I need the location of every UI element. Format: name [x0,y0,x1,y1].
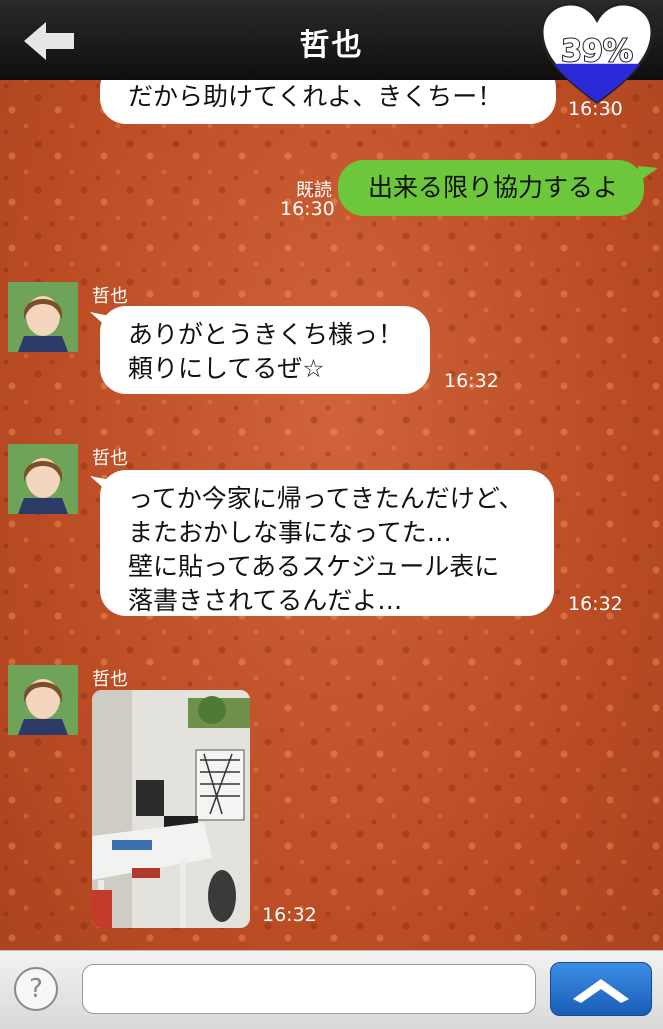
input-bar: ? [0,950,663,1029]
message-bubble: ありがとうきくち様っ！ 頼りにしてるぜ☆ [100,306,430,394]
chevron-up-icon [573,979,629,1003]
message-time: 16:30 [280,198,335,220]
avatar-image [8,444,78,514]
sender-name: 哲也 [92,669,128,690]
message-text: 出来る限り協力するよ [368,173,619,202]
sender-name: 哲也 [92,286,128,307]
help-button[interactable]: ? [14,967,58,1011]
room-photo-image [92,690,250,928]
message-text: だから助けてくれよ、きくちー！ [128,82,503,111]
affection-fill [542,63,652,102]
message-time: 16:32 [262,904,317,926]
affection-meter: 39% [538,2,656,108]
avatar[interactable] [8,665,78,735]
message-time: 16:32 [444,370,499,392]
message-time: 16:32 [568,593,623,615]
affection-percent: 39% [560,33,634,70]
own-message-bubble: 出来る限り協力するよ [338,160,644,216]
message-line: 壁に貼ってあるスケジュール表に [128,552,500,581]
sender-name: 哲也 [92,448,128,469]
message-line: ってか今家に帰ってきたんだけど、 [128,484,524,513]
bubble-tail [638,166,658,182]
photo-message[interactable] [92,690,250,928]
message-line: 落書きされてるんだよ… [128,586,403,615]
message-line: ありがとうきくち様っ！ [128,320,404,349]
message-line: 頼りにしてるぜ☆ [128,354,325,383]
message-bubble: ってか今家に帰ってきたんだけど、 またおかしな事になってた… 壁に貼ってあるスケ… [100,470,554,616]
avatar[interactable] [8,282,78,352]
message-line: またおかしな事になってた… [128,518,452,547]
avatar-image [8,665,78,735]
avatar[interactable] [8,444,78,514]
message-input[interactable] [82,964,536,1014]
help-icon: ? [29,974,43,1004]
avatar-image [8,282,78,352]
send-button[interactable] [550,962,652,1016]
